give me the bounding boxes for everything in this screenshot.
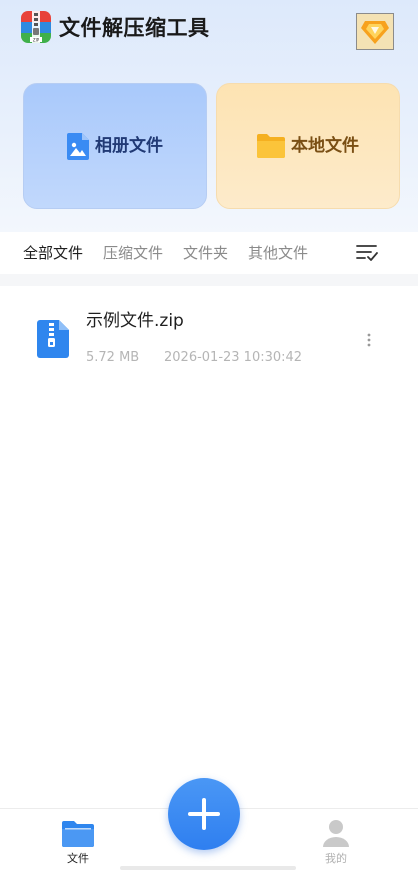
file-date: 2026-01-23 10:30:42 <box>164 350 303 365</box>
album-files-label: 相册文件 <box>95 136 163 156</box>
nav-mine-label: 我的 <box>325 852 347 865</box>
home-indicator <box>120 866 296 870</box>
image-file-icon <box>67 132 89 160</box>
sort-check-icon[interactable] <box>356 243 378 263</box>
app-title: 文件解压缩工具 <box>59 16 210 40</box>
local-files-label: 本地文件 <box>291 136 359 156</box>
nav-files-label: 文件 <box>67 852 89 865</box>
tab-other-files[interactable]: 其他文件 <box>248 243 308 263</box>
folder-icon <box>257 134 285 158</box>
nav-mine[interactable]: 我的 <box>296 809 376 871</box>
svg-text:ZIP: ZIP <box>33 38 40 43</box>
file-size: 5.72 MB <box>86 350 140 365</box>
diamond-icon <box>361 20 389 44</box>
local-files-card[interactable]: 本地文件 <box>216 83 400 209</box>
section-divider <box>0 274 418 286</box>
nav-files[interactable]: 文件 <box>38 809 118 871</box>
tab-compressed-files[interactable]: 压缩文件 <box>103 243 163 263</box>
zip-archive-logo-icon: ZIP <box>21 11 51 43</box>
list-item[interactable]: 示例文件.zip 5.72 MB 2026-01-23 10:30:42 <box>0 298 418 378</box>
album-files-card[interactable]: 相册文件 <box>23 83 207 209</box>
vip-button[interactable] <box>356 13 394 50</box>
add-button[interactable] <box>168 778 240 850</box>
more-vertical-icon <box>367 333 371 347</box>
more-options-button[interactable] <box>360 330 378 350</box>
plus-icon <box>188 798 220 830</box>
zip-file-icon <box>37 320 69 358</box>
tab-folders[interactable]: 文件夹 <box>183 243 228 263</box>
tab-all-files[interactable]: 全部文件 <box>23 243 83 263</box>
user-icon <box>323 820 349 847</box>
folder-nav-icon <box>62 821 94 847</box>
file-name: 示例文件.zip <box>86 311 184 331</box>
